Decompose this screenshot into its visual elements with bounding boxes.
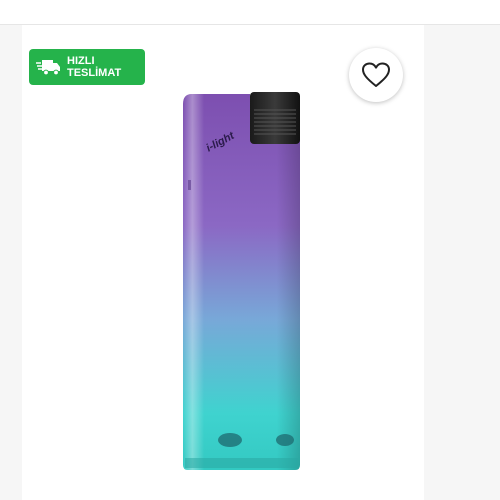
badge-line-2: TESLİMAT [67, 67, 122, 79]
fast-delivery-label: HIZLI TESLİMAT [67, 55, 121, 79]
delivery-truck-icon [36, 58, 62, 76]
heart-outline-icon [362, 62, 390, 87]
top-strip: — · — · — · · — [0, 0, 500, 25]
product-page: — · — · — · · — HIZLI TESLİMAT [0, 0, 500, 500]
badge-line-1: HIZLI [67, 55, 95, 67]
product-image-lighter: i-light [183, 92, 300, 470]
add-to-favorites-button[interactable] [349, 48, 403, 102]
top-strip-text-fragment: — · — · — · · — [10, 0, 232, 6]
fast-delivery-badge: HIZLI TESLİMAT [29, 49, 145, 85]
